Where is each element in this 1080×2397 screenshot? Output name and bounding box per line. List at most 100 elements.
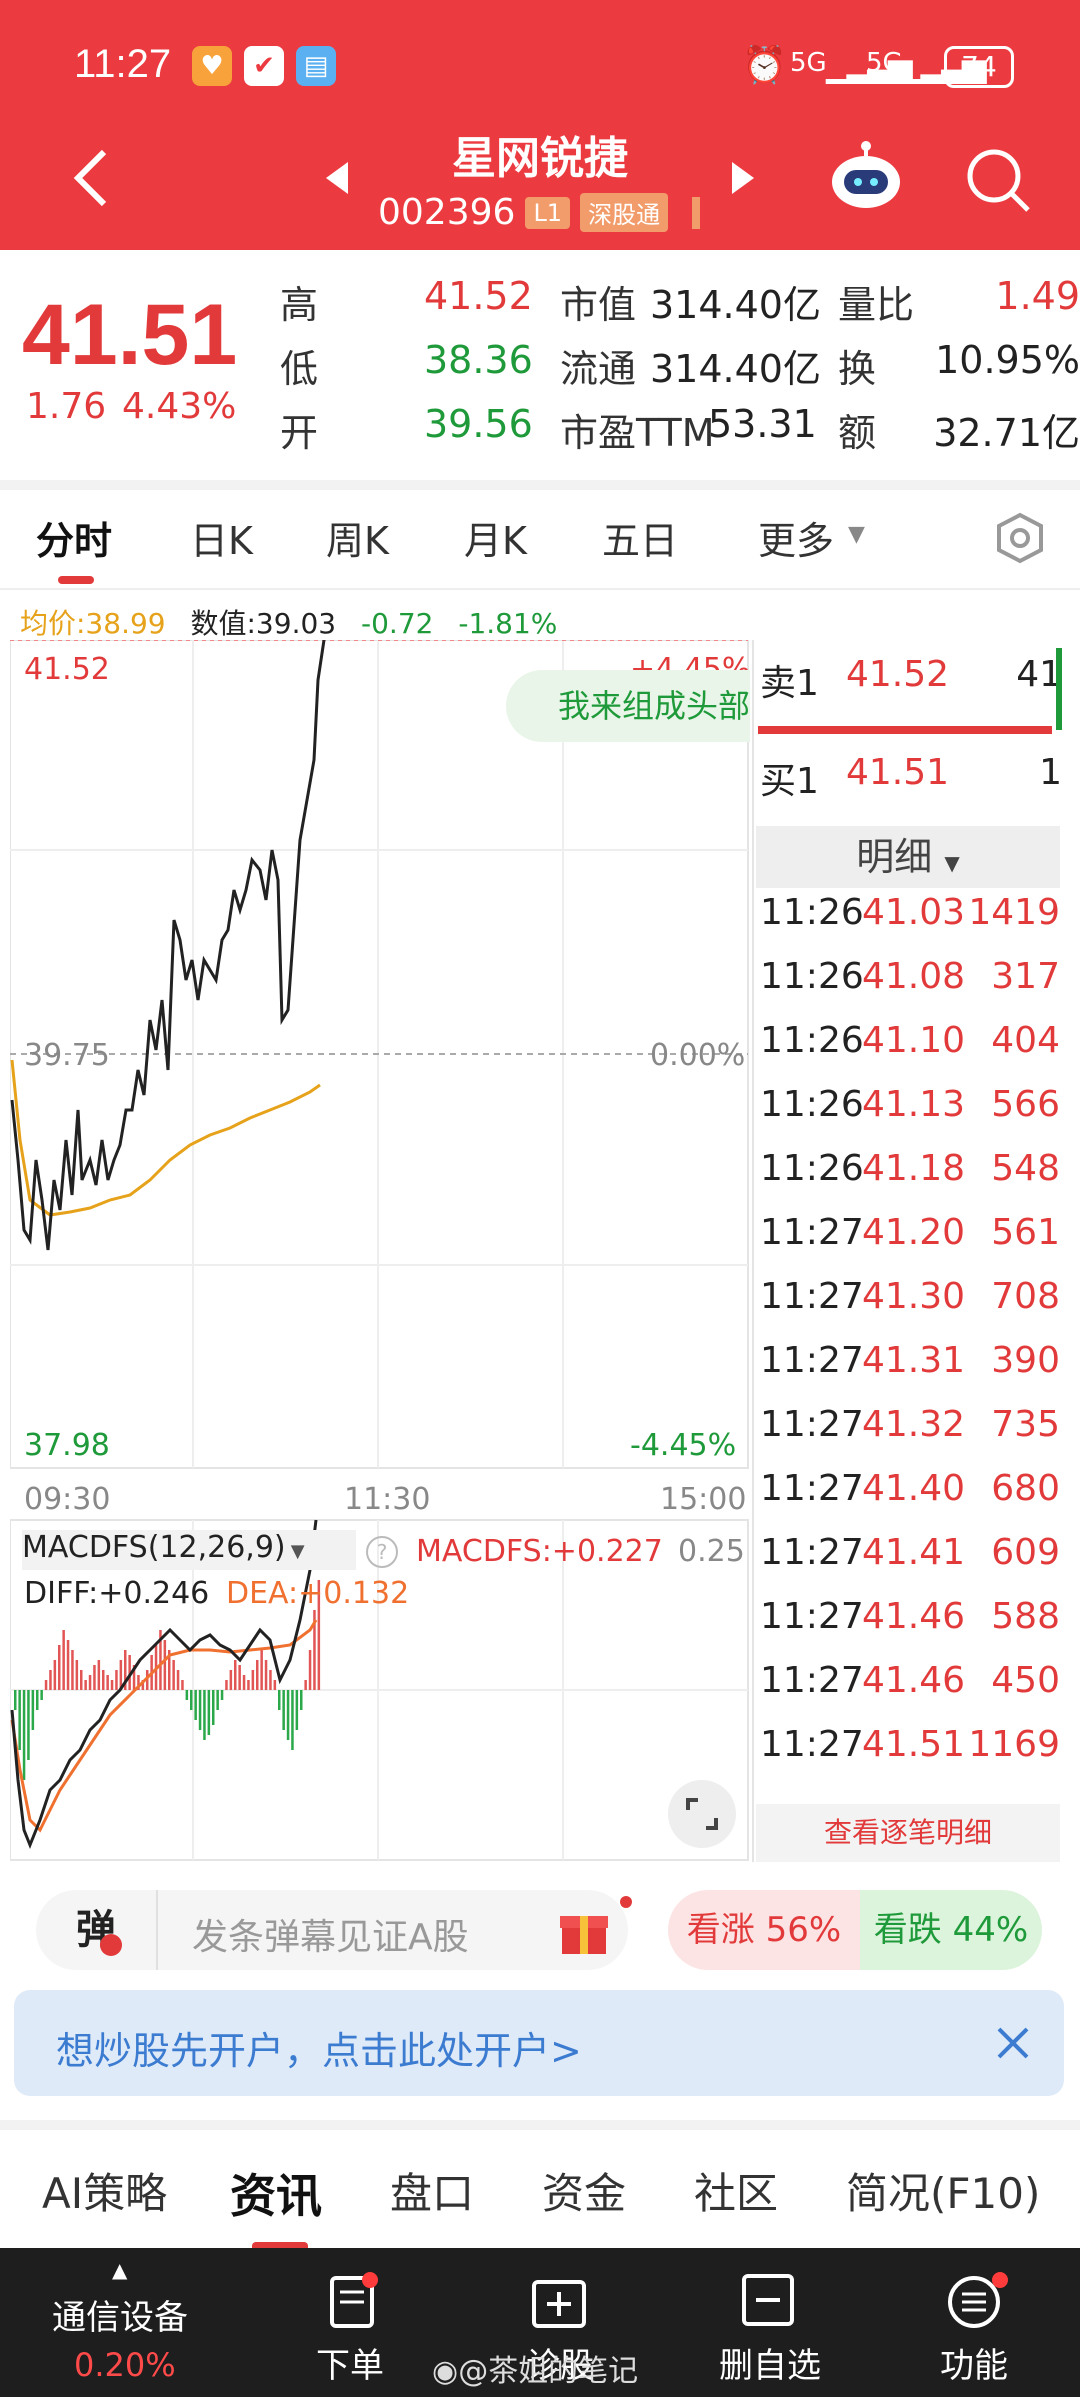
open-account-banner[interactable]: 想炒股先开户，点击此处开户> <box>14 1990 1064 2096</box>
info-line: 均价:38.99 数值:39.03 -0.72 -1.81% <box>20 602 557 642</box>
label-low: 低 <box>280 347 319 391</box>
fullscreen-button[interactable] <box>668 1780 736 1848</box>
macd-bar <box>71 1650 74 1690</box>
trade-price: 41.10 <box>862 1020 966 1061</box>
bullish-button[interactable]: 看涨 56% <box>668 1890 860 1970</box>
watermark-text: @茶姐的笔记 <box>458 2354 639 2389</box>
search-icon[interactable] <box>964 146 1034 216</box>
trade-time: 11:27 <box>760 1276 864 1317</box>
trade-price: 41.40 <box>862 1468 966 1509</box>
tab-monthly-k[interactable]: 月K <box>464 510 527 565</box>
macd-bar <box>110 1680 114 1690</box>
macd-bar <box>14 1690 17 1710</box>
macd-bar <box>93 1665 96 1690</box>
macd-bar <box>264 1660 268 1690</box>
macd-bar <box>75 1660 79 1690</box>
settings-icon[interactable] <box>994 512 1046 564</box>
macd-bar <box>207 1690 211 1735</box>
trade-price: 41.03 <box>862 892 966 933</box>
time-mid: 11:30 <box>344 1482 431 1517</box>
trade-row: 11:27 41.46 450 <box>760 1660 1060 1724</box>
app-header: 11:27 ♥ ✔ ▤ ⏰ 5G ▁▂▃▅ 5G ▁▂▃▅ 74 星网锐捷 00… <box>0 0 1080 250</box>
tab-five-day[interactable]: 五日 <box>602 510 678 565</box>
macd-bar <box>269 1670 272 1690</box>
stock-code-row: 002396 L1 深股通 <box>378 192 701 233</box>
trade-qty: 588 <box>991 1596 1060 1637</box>
macd-bar <box>18 1690 21 1750</box>
remove-watchlist-icon[interactable] <box>740 2272 796 2328</box>
trade-time: 11:27 <box>760 1596 864 1637</box>
trade-row: 11:27 41.51 1169 <box>760 1724 1060 1788</box>
menu-icon[interactable] <box>946 2272 1008 2330</box>
view-all-trades-button[interactable]: 查看逐笔明细 <box>756 1804 1060 1862</box>
macd-bar <box>194 1690 197 1720</box>
macd-bar <box>295 1690 299 1730</box>
chevron-down-icon: ▼ <box>944 851 960 875</box>
buy-label: 买1 <box>760 761 819 802</box>
help-icon[interactable]: ? <box>366 1536 398 1568</box>
label-high: 高 <box>280 283 319 327</box>
trade-price: 41.41 <box>862 1532 966 1573</box>
signal-5g-2: 5G <box>866 48 903 78</box>
battery-icon: 74 <box>944 46 1014 88</box>
value-float: 314.40亿 <box>650 347 821 391</box>
diagnose-icon[interactable] <box>530 2272 588 2330</box>
weibo-icon: ◉ <box>432 2354 459 2389</box>
watermark: ◉@茶姐的笔记 <box>432 2346 638 2390</box>
nav-function[interactable]: 功能 <box>924 2338 1024 2387</box>
tab-order-book[interactable]: 盘口 <box>390 2160 474 2221</box>
macd-bar <box>203 1690 206 1740</box>
chart-bottom-price: 37.98 <box>24 1428 110 1463</box>
ratio-marker <box>1056 648 1062 730</box>
bearish-button[interactable]: 看跌 44% <box>860 1890 1042 1970</box>
nav-order[interactable]: 下单 <box>300 2338 400 2387</box>
order-icon[interactable] <box>326 2272 380 2330</box>
close-icon[interactable] <box>996 2026 1030 2060</box>
detail-header[interactable]: 明细 ▼ <box>756 826 1060 888</box>
sector-name[interactable]: 通信设备 <box>52 2290 188 2339</box>
macd-selector[interactable]: MACDFS(12,26,9) ▼ <box>22 1530 356 1570</box>
time-end: 15:00 <box>660 1482 747 1517</box>
value-open: 39.56 <box>424 402 533 446</box>
trade-price: 41.13 <box>862 1084 966 1125</box>
macd-bar <box>31 1690 35 1730</box>
tab-intraday[interactable]: 分时 <box>36 510 112 565</box>
macd-bar <box>212 1690 215 1725</box>
value-high: 41.52 <box>424 274 533 318</box>
gift-icon[interactable] <box>558 1904 610 1956</box>
tab-weekly-k[interactable]: 周K <box>326 510 389 565</box>
trade-row: 11:27 41.32 735 <box>760 1404 1060 1468</box>
avg-price-line <box>10 1059 321 1217</box>
intraday-chart[interactable] <box>10 640 750 1870</box>
divider <box>0 2120 1080 2130</box>
trade-row: 11:27 41.46 588 <box>760 1596 1060 1660</box>
tab-funds[interactable]: 资金 <box>542 2160 626 2221</box>
next-stock-icon[interactable] <box>730 160 756 196</box>
tab-f10[interactable]: 简况(F10) <box>846 2160 1040 2221</box>
macd-bar <box>220 1690 224 1700</box>
change-label: -0.72 <box>361 607 434 640</box>
value-low: 38.36 <box>424 338 533 382</box>
danmu-input[interactable]: 发条弹幕见证A股 <box>192 1908 469 1960</box>
price-change-pct: 4.43% <box>122 386 237 427</box>
tab-ai-strategy[interactable]: AI策略 <box>42 2160 167 2221</box>
chevron-up-icon[interactable]: ▲ <box>112 2258 127 2282</box>
macd-bar <box>247 1680 250 1690</box>
detail-list: 11:26 41.03 1419 11:26 41.08 317 11:26 41.10 404… <box>760 892 1060 1788</box>
tab-daily-k[interactable]: 日K <box>190 510 253 565</box>
macd-bar <box>251 1670 255 1690</box>
macd-scale: 0.25 <box>678 1534 745 1569</box>
nav-remove-watchlist[interactable]: 删自选 <box>700 2338 840 2387</box>
trade-time: 11:27 <box>760 1532 864 1573</box>
robot-icon[interactable] <box>828 140 904 216</box>
chevron-down-icon[interactable]: ▼ <box>848 522 865 547</box>
tab-news[interactable]: 资讯 <box>230 2160 322 2226</box>
tab-more[interactable]: 更多 <box>758 510 834 565</box>
trade-time: 11:26 <box>760 956 864 997</box>
tab-community[interactable]: 社区 <box>694 2160 778 2221</box>
sector-pct: 0.20% <box>74 2346 176 2384</box>
bottom-nav: ▲ 通信设备 0.20% 下单 诊股 删自选 功能 ◉@茶姐的笔记 <box>0 2248 1080 2397</box>
macd-bar <box>181 1680 184 1690</box>
label-open: 开 <box>280 411 319 455</box>
comment-bubble[interactable]: 我来组成头部 <box>506 670 750 742</box>
